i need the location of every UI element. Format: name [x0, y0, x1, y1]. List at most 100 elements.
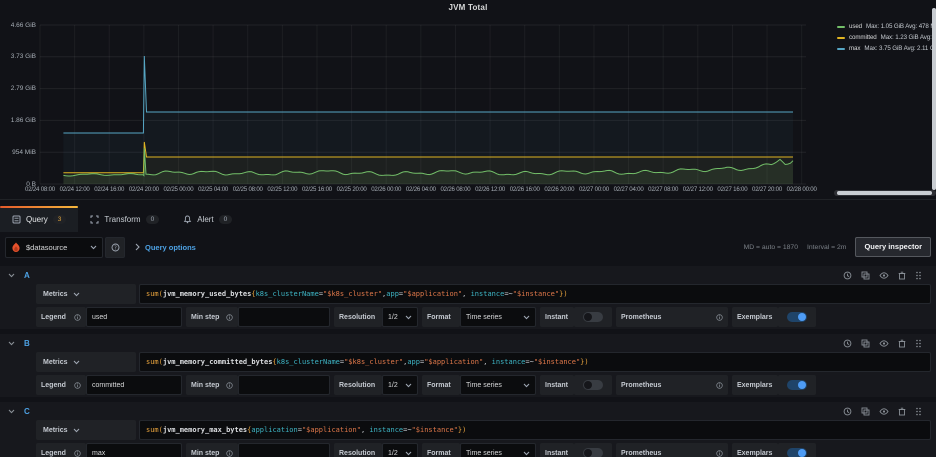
format-field-label: Format [422, 375, 460, 395]
eye-icon[interactable] [879, 339, 889, 348]
eye-icon[interactable] [879, 271, 889, 280]
query-row-actions [843, 271, 922, 280]
legend-input[interactable] [86, 443, 182, 457]
instant-toggle[interactable] [574, 307, 612, 327]
query-row-header: C [0, 404, 936, 418]
promql-expression-input[interactable]: sum(jvm_memory_used_bytes{k8s_clusterNam… [139, 284, 931, 304]
info-icon[interactable] [74, 382, 81, 389]
vertical-scrollbar-thumb[interactable] [932, 8, 936, 190]
datasource-name-label: Prometheus [616, 375, 728, 395]
legend-series-stats: Max: 3.75 GiB Avg: 2.11 GiB [864, 45, 936, 52]
promql-expression-input[interactable]: sum(jvm_memory_committed_bytes{k8s_clust… [139, 352, 931, 372]
collapse-chevron-icon[interactable] [8, 341, 15, 346]
x-tick-label: 02/26 16:00 [507, 186, 543, 193]
info-icon[interactable] [226, 382, 233, 389]
tab-query[interactable]: Query 3 [0, 206, 78, 232]
legend-item-committed[interactable]: committedMax: 1.23 GiB Avg: 78 [837, 32, 936, 43]
resolution-select[interactable]: 1/2 [382, 443, 418, 457]
x-tick-label: 02/27 20:00 [749, 186, 785, 193]
trash-icon[interactable] [898, 407, 906, 416]
format-select[interactable]: Time series [460, 375, 536, 395]
y-tick-label: 3.73 GiB [2, 53, 36, 60]
database-icon [12, 215, 21, 224]
info-icon[interactable] [74, 314, 81, 321]
info-icon[interactable] [226, 314, 233, 321]
eye-icon[interactable] [879, 407, 889, 416]
x-tick-label: 02/25 00:00 [160, 186, 196, 193]
min-step-field-label: Min step [186, 375, 238, 395]
legend-item-max[interactable]: max Max: 3.75 GiB Avg: 2.11 GiB [837, 43, 936, 54]
query-list: A Metrics sum(jvm_memory_used_bytes{k8s_… [0, 262, 936, 457]
format-select[interactable]: Time series [460, 443, 536, 457]
legend-input[interactable] [86, 375, 182, 395]
query-options-toggle[interactable]: Query options [135, 243, 196, 252]
query-row-A: A Metrics sum(jvm_memory_used_bytes{k8s_… [0, 266, 936, 329]
query-inspector-button[interactable]: Query inspector [855, 237, 931, 257]
x-tick-label: 02/24 16:00 [91, 186, 127, 193]
legend-input[interactable] [86, 307, 182, 327]
tab-transform[interactable]: Transform 0 [78, 206, 171, 232]
chevron-down-icon [405, 383, 412, 388]
instant-toggle[interactable] [574, 375, 612, 395]
collapse-chevron-icon[interactable] [8, 273, 15, 278]
tab-alert[interactable]: Alert 0 [171, 206, 244, 232]
min-step-input[interactable] [238, 443, 330, 457]
max-data-points-text: MD = auto = 1870 [744, 244, 798, 251]
info-icon[interactable] [716, 314, 723, 321]
x-tick-label: 02/28 00:00 [784, 186, 820, 193]
timeseries-chart[interactable] [0, 0, 936, 200]
resolution-select[interactable]: 1/2 [382, 307, 418, 327]
x-tick-label: 02/27 00:00 [576, 186, 612, 193]
info-icon[interactable] [226, 450, 233, 457]
drag-handle-icon[interactable] [915, 339, 922, 348]
duplicate-icon[interactable] [861, 339, 870, 348]
duplicate-icon[interactable] [861, 407, 870, 416]
legend-item-used[interactable]: used Max: 1.05 GiB Avg: 478 MiB [837, 21, 936, 32]
metrics-browser-dropdown[interactable]: Metrics [36, 284, 136, 304]
x-tick-label: 02/25 20:00 [334, 186, 370, 193]
instant-toggle[interactable] [574, 443, 612, 457]
bell-icon [183, 215, 192, 224]
duplicate-icon[interactable] [861, 271, 870, 280]
info-icon[interactable] [716, 450, 723, 457]
resolution-select[interactable]: 1/2 [382, 375, 418, 395]
query-editor-row: Metrics sum(jvm_memory_max_bytes{applica… [36, 420, 931, 440]
datasource-picker[interactable]: $datasource [5, 237, 103, 258]
y-tick-label: 2.79 GiB [2, 85, 36, 92]
legend-series-stats: Max: 1.05 GiB Avg: 478 MiB [866, 23, 936, 30]
legend-marker [837, 26, 845, 28]
exemplars-toggle[interactable] [778, 307, 816, 327]
y-tick-label: 4.66 GiB [2, 22, 36, 29]
history-icon[interactable] [843, 407, 852, 416]
datasource-help-button[interactable]: ? [105, 237, 125, 258]
drag-handle-icon[interactable] [915, 407, 922, 416]
legend-series-name: used [849, 23, 862, 30]
chevron-down-icon [405, 451, 412, 456]
x-tick-label: 02/25 16:00 [299, 186, 335, 193]
drag-handle-icon[interactable] [915, 271, 922, 280]
query-options-row: Legend Min step Resolution 1/2 Format Ti… [36, 307, 931, 327]
horizontal-scrollbar-thumb[interactable] [837, 191, 932, 195]
history-icon[interactable] [843, 271, 852, 280]
info-icon[interactable] [74, 450, 81, 457]
metrics-browser-dropdown[interactable]: Metrics [36, 352, 136, 372]
info-icon[interactable] [716, 382, 723, 389]
exemplars-toggle[interactable] [778, 375, 816, 395]
promql-expression-input[interactable]: sum(jvm_memory_max_bytes{application="$a… [139, 420, 931, 440]
trash-icon[interactable] [898, 339, 906, 348]
collapse-chevron-icon[interactable] [8, 409, 15, 414]
exemplars-toggle[interactable] [778, 443, 816, 457]
min-step-input[interactable] [238, 375, 330, 395]
metrics-browser-dropdown[interactable]: Metrics [36, 420, 136, 440]
instant-field-label: Instant [540, 307, 574, 327]
legend-series-name: max [849, 45, 860, 52]
tab-transform-label: Transform [104, 215, 140, 224]
transform-count-badge: 0 [146, 215, 160, 224]
trash-icon[interactable] [898, 271, 906, 280]
query-row-actions [843, 339, 922, 348]
history-icon[interactable] [843, 339, 852, 348]
format-select[interactable]: Time series [460, 307, 536, 327]
query-toolbar: $datasource ? Query options MD = auto = … [0, 232, 936, 262]
min-step-input[interactable] [238, 307, 330, 327]
tab-query-label: Query [26, 215, 48, 224]
